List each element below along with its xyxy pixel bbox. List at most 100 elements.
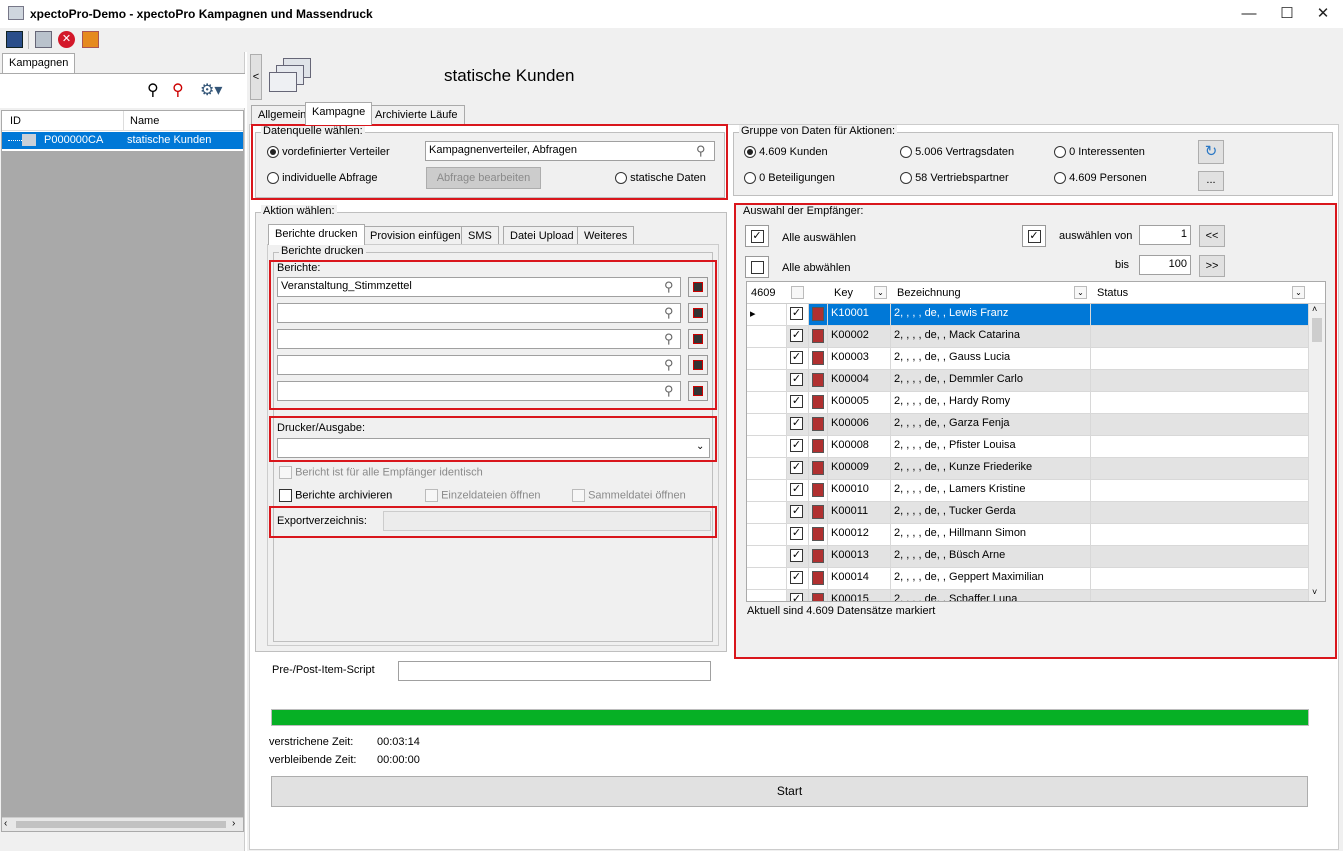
table-row[interactable]: ✓ K00014 2, , , , de, , Geppert Maximilian <box>747 568 1309 590</box>
abfrage-bearbeiten-button[interactable]: Abfrage bearbeiten <box>426 167 541 189</box>
sammel-checkbox[interactable]: Sammeldatei öffnen <box>572 489 686 502</box>
tab-datei-upload[interactable]: Datei Upload <box>503 226 581 246</box>
tab-weiteres[interactable]: Weiteres <box>577 226 635 246</box>
row-checkbox[interactable]: ✓ <box>787 458 809 479</box>
col-id[interactable]: ID <box>10 115 21 127</box>
col-status[interactable]: Status <box>1097 287 1128 299</box>
table-row[interactable]: ✓ K00002 2, , , , de, , Mack Catarina <box>747 326 1309 348</box>
col-name[interactable]: Name <box>130 115 159 127</box>
radio-beteiligungen[interactable]: 0 Beteiligungen <box>744 172 835 185</box>
radio-individuell[interactable]: individuelle Abfrage <box>267 172 377 185</box>
row-checkbox[interactable]: ✓ <box>787 524 809 545</box>
bericht-input[interactable]: ⚲ <box>277 329 681 349</box>
horizontal-scrollbar[interactable]: ‹ › <box>2 817 243 831</box>
table-row[interactable]: ✓ K00011 2, , , , de, , Tucker Gerda <box>747 502 1309 524</box>
row-checkbox[interactable]: ✓ <box>787 568 809 589</box>
search-icon[interactable]: ⚲ <box>664 383 674 399</box>
list-item[interactable]: P000000CA statische Kunden <box>2 132 243 149</box>
tab-berichte-drucken[interactable]: Berichte drucken <box>268 224 365 245</box>
auswaehlen-von-icon[interactable]: ✓ <box>1022 225 1046 247</box>
table-row[interactable]: ✓ K00004 2, , , , de, , Demmler Carlo <box>747 370 1309 392</box>
search-settings-icon[interactable]: ⚙▾ <box>200 80 234 100</box>
table-row[interactable]: ✓ K00008 2, , , , de, , Pfister Louisa <box>747 436 1309 458</box>
einzel-checkbox[interactable]: Einzeldateien öffnen <box>425 489 541 502</box>
alle-auswaehlen-icon[interactable]: ✓ <box>745 225 769 247</box>
filter-icon[interactable]: ⌄ <box>1292 286 1305 299</box>
bericht-input[interactable]: Veranstaltung_Stimmzettel ⚲ <box>277 277 681 297</box>
tab-allgemein[interactable]: Allgemein <box>251 105 314 125</box>
radio-statisch[interactable]: statische Daten <box>615 172 706 185</box>
table-row[interactable]: ✓ K00012 2, , , , de, , Hillmann Simon <box>747 524 1309 546</box>
radio-kunden[interactable]: 4.609 Kunden <box>744 146 828 159</box>
col-key[interactable]: Key <box>834 287 853 299</box>
table-row[interactable]: ▸ ✓ K10001 2, , , , de, , Lewis Franz <box>747 304 1309 326</box>
verteiler-input[interactable]: Kampagnenverteiler, Abfragen ⚲ <box>425 141 715 161</box>
row-checkbox[interactable]: ✓ <box>787 348 809 369</box>
more-button[interactable]: ... <box>1198 171 1224 191</box>
search-icon[interactable]: ⚲ <box>147 80 167 100</box>
row-checkbox[interactable]: ✓ <box>787 304 809 325</box>
books-icon[interactable] <box>82 31 99 48</box>
verteiler-search-icon[interactable]: ⚲ <box>696 143 706 159</box>
header-checkbox[interactable] <box>791 286 804 299</box>
search-clear-icon[interactable]: ⚲ <box>172 80 194 100</box>
scroll-up-arrow[interactable]: ˄ <box>1312 304 1317 314</box>
tab-sms[interactable]: SMS <box>461 226 499 246</box>
scroll-down-arrow[interactable]: ˅ <box>1312 587 1317 597</box>
prev-button[interactable]: << <box>1199 225 1225 247</box>
col-bezeichnung[interactable]: Bezeichnung <box>897 287 961 299</box>
search-icon[interactable]: ⚲ <box>664 305 674 321</box>
bericht-input[interactable]: ⚲ <box>277 303 681 323</box>
collapse-button[interactable]: < <box>250 54 262 100</box>
table-row[interactable]: ✓ K00003 2, , , , de, , Gauss Lucia <box>747 348 1309 370</box>
radio-vertragsdaten[interactable]: 5.006 Vertragsdaten <box>900 146 1014 159</box>
drucker-select[interactable]: ⌄ <box>277 438 710 458</box>
next-button[interactable]: >> <box>1199 255 1225 277</box>
report-select-icon[interactable] <box>688 355 708 375</box>
start-button[interactable]: Start <box>271 776 1308 807</box>
radio-vertriebspartner[interactable]: 58 Vertriebspartner <box>900 172 1009 185</box>
scroll-thumb[interactable] <box>1312 318 1322 342</box>
filter-icon[interactable]: ⌄ <box>874 286 887 299</box>
refresh-button[interactable]: ↻ <box>1198 140 1224 164</box>
scroll-thumb[interactable] <box>16 821 226 828</box>
report-select-icon[interactable] <box>688 277 708 297</box>
table-row[interactable]: ✓ K00005 2, , , , de, , Hardy Romy <box>747 392 1309 414</box>
row-checkbox[interactable]: ✓ <box>787 326 809 347</box>
radio-personen[interactable]: 4.609 Personen <box>1054 172 1147 185</box>
row-checkbox[interactable]: ✓ <box>787 414 809 435</box>
tab-kampagne[interactable]: Kampagne <box>305 102 373 125</box>
row-checkbox[interactable]: ✓ <box>787 436 809 457</box>
radio-vordefiniert[interactable]: vordefinierter Verteiler <box>267 146 390 159</box>
bericht-input[interactable]: ⚲ <box>277 381 681 401</box>
search-icon[interactable]: ⚲ <box>664 331 674 347</box>
table-row[interactable]: ✓ K00013 2, , , , de, , Büsch Arne <box>747 546 1309 568</box>
filter-icon[interactable]: ⌄ <box>1074 286 1087 299</box>
report-select-icon[interactable] <box>688 303 708 323</box>
cancel-icon[interactable]: ✕ <box>58 31 75 48</box>
radio-interessenten[interactable]: 0 Interessenten <box>1054 146 1145 159</box>
row-checkbox[interactable]: ✓ <box>787 370 809 391</box>
close-button[interactable]: ✕ <box>1300 0 1343 28</box>
scroll-left-arrow[interactable]: ‹ <box>4 818 7 829</box>
alle-abwaehlen-label[interactable]: Alle abwählen <box>782 262 851 274</box>
campaign-icon[interactable] <box>35 31 52 48</box>
row-checkbox[interactable]: ✓ <box>787 590 809 601</box>
archivieren-checkbox[interactable]: Berichte archivieren <box>279 489 392 502</box>
vertical-scrollbar[interactable]: ˄ ˅ <box>1309 304 1325 601</box>
tab-provision[interactable]: Provision einfügen <box>363 226 468 246</box>
search-icon[interactable]: ⚲ <box>664 279 674 295</box>
bericht-input[interactable]: ⚲ <box>277 355 681 375</box>
table-row[interactable]: ✓ K00015 2, , , , de, , Schaffer Luna <box>747 590 1309 601</box>
script-input[interactable] <box>398 661 711 681</box>
row-checkbox[interactable]: ✓ <box>787 480 809 501</box>
table-row[interactable]: ✓ K00010 2, , , , de, , Lamers Kristine <box>747 480 1309 502</box>
table-row[interactable]: ✓ K00006 2, , , , de, , Garza Fenja <box>747 414 1309 436</box>
tab-archivierte-laeufe[interactable]: Archivierte Läufe <box>368 105 465 125</box>
export-input[interactable] <box>383 511 711 531</box>
row-checkbox[interactable]: ✓ <box>787 546 809 567</box>
report-select-icon[interactable] <box>688 381 708 401</box>
tab-kampagnen[interactable]: Kampagnen <box>2 53 76 73</box>
row-checkbox[interactable]: ✓ <box>787 392 809 413</box>
scroll-right-arrow[interactable]: › <box>232 818 235 829</box>
